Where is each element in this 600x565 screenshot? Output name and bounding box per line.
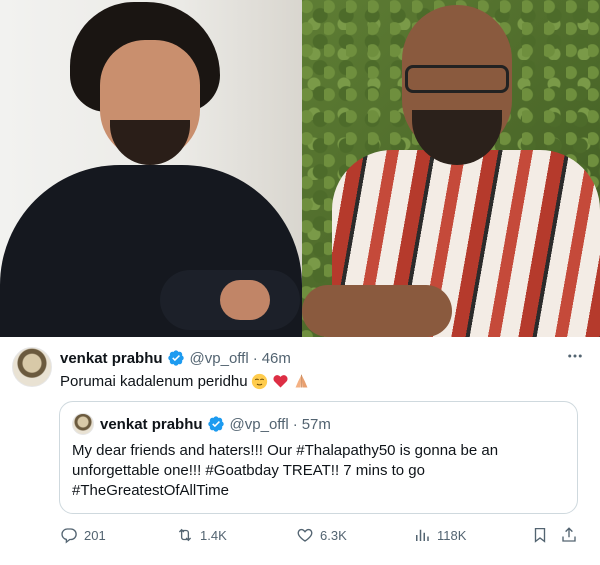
folded-hands-emoji [293, 372, 311, 390]
verified-badge-icon [207, 416, 224, 432]
separator: · [292, 415, 298, 433]
quote-author-handle: @vp_offl [229, 415, 289, 433]
tweet-media[interactable] [0, 0, 600, 337]
more-options-icon[interactable] [564, 347, 586, 365]
red-heart-emoji [272, 372, 290, 390]
quote-header: venkat prabhu @vp_offl · 57m [100, 415, 331, 433]
avatar[interactable] [12, 347, 52, 387]
photo-detail [220, 280, 270, 320]
tweet-text: Porumai kadalenum peridhu [60, 372, 311, 390]
action-bar: 201 1.4K 6.3K 118K [60, 526, 580, 548]
reply-count: 201 [84, 527, 106, 543]
views-chart-icon [416, 529, 429, 541]
share-button[interactable] [560, 526, 578, 544]
like-count: 6.3K [320, 527, 347, 543]
media-photo-right[interactable] [302, 0, 600, 337]
author-handle[interactable]: @vp_offl [190, 350, 249, 367]
tweet-header: venkat prabhu @vp_offl · 46m [60, 349, 291, 367]
bookmark-button[interactable] [531, 526, 549, 544]
photo-detail [110, 120, 190, 165]
quoted-tweet[interactable]: venkat prabhu @vp_offl · 57m My dear fri… [59, 401, 578, 514]
more-dots-icon [568, 354, 582, 358]
relieved-face-emoji [251, 372, 269, 390]
repost-icon [178, 528, 192, 542]
media-photo-left[interactable] [0, 0, 302, 337]
quote-text: My dear friends and haters!!! Our #Thala… [72, 442, 499, 499]
repost-button[interactable]: 1.4K [176, 526, 227, 544]
quote-author-name: venkat prabhu [100, 415, 203, 433]
views-count: 118K [437, 527, 467, 543]
tweet-card[interactable]: venkat prabhu @vp_offl · 46m Porumai kad… [0, 337, 600, 565]
photo-detail [302, 285, 452, 337]
separator: · [252, 349, 258, 367]
author-name[interactable]: venkat prabhu [60, 350, 163, 367]
verified-badge-icon [167, 350, 184, 366]
reply-button[interactable]: 201 [60, 526, 106, 544]
share-icon [562, 527, 576, 542]
heart-icon [297, 528, 313, 542]
tweet-body: Porumai kadalenum peridhu [60, 372, 248, 390]
photo-detail [405, 65, 509, 93]
timestamp[interactable]: 46m [262, 350, 291, 367]
views-button[interactable]: 118K [413, 526, 466, 544]
bookmark-icon [534, 527, 546, 543]
like-button[interactable]: 6.3K [296, 526, 347, 544]
quote-avatar [72, 413, 94, 435]
repost-count: 1.4K [200, 527, 227, 543]
quote-timestamp: 57m [301, 415, 331, 433]
reply-icon [61, 528, 77, 544]
